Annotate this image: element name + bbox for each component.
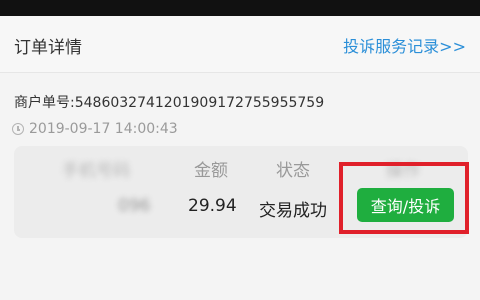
merchant-order-number: 商户单号:5486032741201909172755955759 [14, 92, 324, 112]
column-header-status: 状态 [276, 161, 310, 181]
column-header-amount: 金额 [194, 161, 228, 181]
column-header-phone: 手机号码 [62, 161, 130, 181]
phone-number-value: 096 [118, 196, 151, 216]
empty-area [0, 246, 480, 300]
status-value: 交易成功 [259, 201, 327, 221]
clock-icon [12, 123, 24, 135]
amount-value: 29.94 [188, 196, 237, 216]
order-time-value: 2019-09-17 14:00:43 [29, 121, 178, 137]
query-complaint-button[interactable]: 查询/投诉 [357, 188, 454, 222]
page-title: 订单详情 [14, 38, 82, 58]
order-time: 2019-09-17 14:00:43 [12, 121, 178, 137]
merchant-number-label: 商户单号: [14, 95, 75, 111]
complaint-records-link[interactable]: 投诉服务记录>> [343, 33, 466, 57]
page-header: 订单详情 投诉服务记录>> [0, 16, 480, 73]
order-item-card: 手机号码 金额 状态 操作 096 29.94 交易成功 查询/投诉 [14, 146, 468, 238]
column-header-action: 操作 [386, 161, 420, 181]
status-bar [0, 0, 480, 16]
merchant-number-value: 5486032741201909172755955759 [74, 95, 325, 111]
